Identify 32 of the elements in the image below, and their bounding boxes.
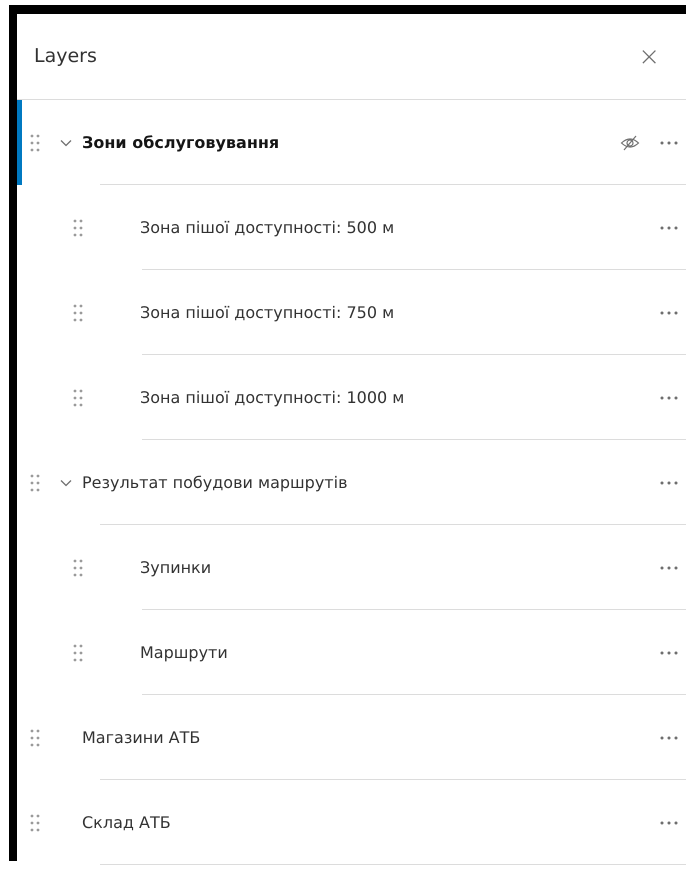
more-options-icon[interactable] xyxy=(660,226,678,230)
more-options-icon[interactable] xyxy=(660,820,678,824)
more-options-icon[interactable] xyxy=(660,736,678,740)
layer-title[interactable]: Зона пішої доступності: 500 м xyxy=(140,216,660,240)
layer-title[interactable]: Зони обслуговування xyxy=(82,130,620,154)
drag-handle-icon[interactable] xyxy=(73,388,83,406)
more-options-icon[interactable] xyxy=(660,140,678,144)
drag-handle-icon[interactable] xyxy=(73,644,83,662)
eye-slash-icon[interactable] xyxy=(620,134,640,150)
more-options-icon[interactable] xyxy=(660,650,678,654)
layer-title[interactable]: Зупинки xyxy=(140,556,660,580)
more-options-icon[interactable] xyxy=(660,396,678,400)
drag-handle-icon[interactable] xyxy=(73,558,83,576)
layer-title[interactable]: Зона пішої доступності: 1000 м xyxy=(140,386,660,410)
drag-handle-icon[interactable] xyxy=(30,814,40,832)
layer-title[interactable]: Склад АТБ xyxy=(82,810,660,834)
drag-handle-icon[interactable] xyxy=(73,218,83,236)
panel-title: Layers xyxy=(34,44,97,70)
chevron-down-icon[interactable] xyxy=(60,138,72,146)
layer-title[interactable]: Маршрути xyxy=(140,640,660,664)
more-options-icon[interactable] xyxy=(660,310,678,314)
layer-title[interactable]: Зона пішої доступності: 750 м xyxy=(140,300,660,324)
more-options-icon[interactable] xyxy=(660,566,678,570)
drag-handle-icon[interactable] xyxy=(30,728,40,746)
layer-title[interactable]: Магазини АТБ xyxy=(82,726,660,750)
close-button[interactable]: × xyxy=(638,44,660,70)
layer-title[interactable]: Результат побудови маршрутів xyxy=(82,470,660,494)
more-options-icon[interactable] xyxy=(660,480,678,484)
drag-handle-icon[interactable] xyxy=(30,134,40,152)
drag-handle-icon[interactable] xyxy=(30,474,40,492)
drag-handle-icon[interactable] xyxy=(73,304,83,322)
chevron-down-icon[interactable] xyxy=(60,478,72,486)
